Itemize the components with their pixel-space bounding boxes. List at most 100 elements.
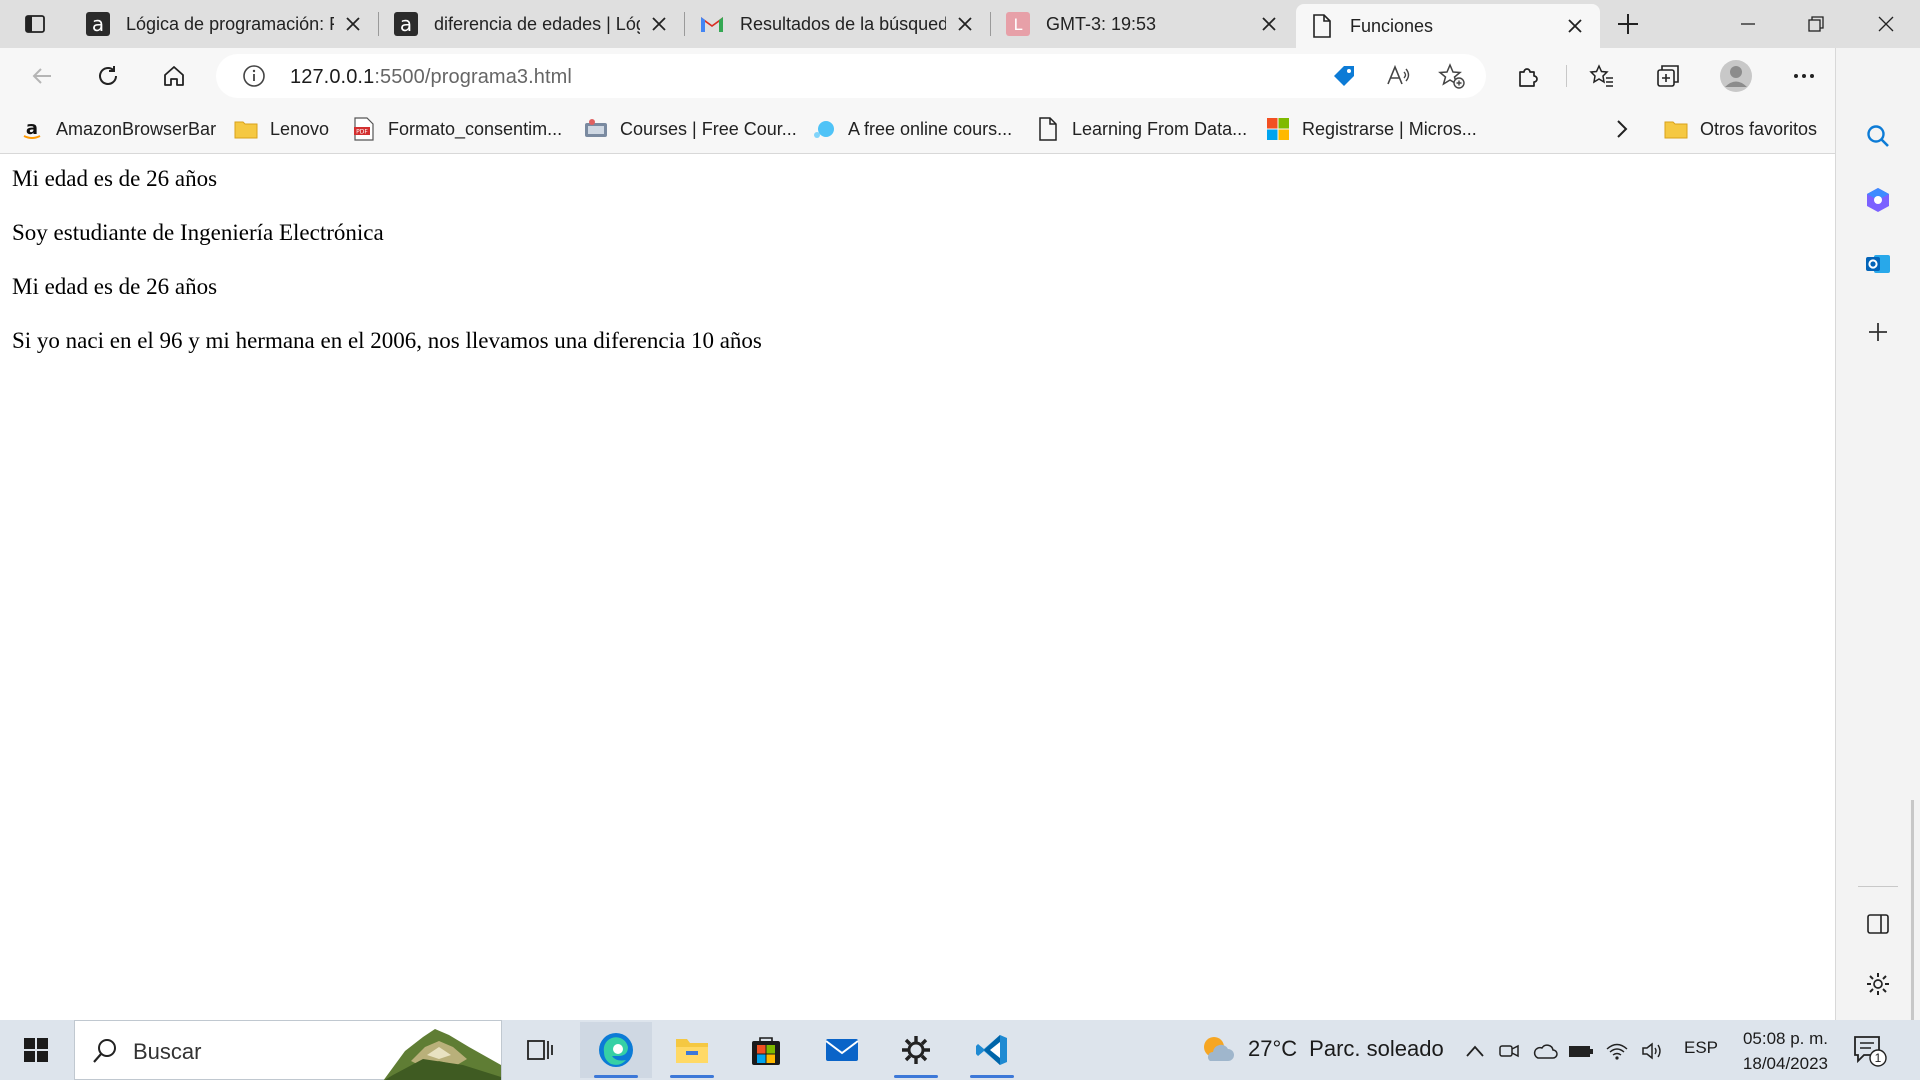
tab-actions-button[interactable] xyxy=(10,6,60,42)
running-app-indicator xyxy=(970,1075,1014,1078)
meet-now-icon[interactable] xyxy=(1496,1038,1522,1064)
running-app-indicator xyxy=(670,1075,714,1078)
favorites-button[interactable] xyxy=(1584,58,1620,94)
bookmark-learning-from-data[interactable]: Learning From Data... xyxy=(1036,116,1247,142)
avatar-icon xyxy=(1720,60,1752,92)
read-aloud-icon[interactable] xyxy=(1382,60,1414,92)
tab-divider xyxy=(990,12,991,36)
input-language[interactable]: ESP xyxy=(1684,1038,1718,1058)
battery-icon[interactable] xyxy=(1568,1038,1594,1064)
tab-funciones[interactable]: Funciones xyxy=(1296,4,1600,48)
tab-alura-logica[interactable]: a Lógica de programación: F xyxy=(72,0,378,48)
letter-l-icon: L xyxy=(1006,12,1030,36)
weather-widget[interactable]: 27°C Parc. soleado xyxy=(1200,1034,1444,1064)
search-icon xyxy=(93,1039,116,1063)
bookmark-formato[interactable]: PDF Formato_consentim... xyxy=(352,116,562,142)
chevron-up-icon xyxy=(1466,1045,1484,1057)
bookmark-label: Courses | Free Cour... xyxy=(620,118,797,139)
close-tab-icon[interactable] xyxy=(954,13,976,35)
close-window-button[interactable] xyxy=(1852,0,1920,48)
close-tab-icon[interactable] xyxy=(1564,15,1586,37)
close-tab-icon[interactable] xyxy=(342,13,364,35)
tab-gmail[interactable]: Resultados de la búsqueda xyxy=(686,0,990,48)
taskbar-edge-app[interactable] xyxy=(580,1022,652,1078)
taskbar-search-box[interactable]: Buscar xyxy=(74,1020,502,1080)
close-tab-icon[interactable] xyxy=(648,13,670,35)
new-tab-button[interactable] xyxy=(1612,8,1644,40)
volume-icon[interactable] xyxy=(1640,1038,1666,1064)
mail-icon xyxy=(825,1039,859,1061)
profile-button[interactable] xyxy=(1718,58,1754,94)
tab-alura-diferencia[interactable]: a diferencia de edades | Lóg xyxy=(380,0,684,48)
bookmark-free-course[interactable]: A free online cours... xyxy=(812,116,1012,142)
task-view-button[interactable] xyxy=(504,1022,576,1078)
svg-text:a: a xyxy=(400,12,412,36)
sidebar-search-button[interactable] xyxy=(1856,114,1900,158)
notification-center-button[interactable]: 1 xyxy=(1852,1034,1888,1068)
running-app-indicator xyxy=(894,1075,938,1078)
close-tab-icon[interactable] xyxy=(1258,13,1280,35)
edge-icon xyxy=(599,1033,633,1067)
back-button[interactable] xyxy=(24,58,60,94)
outlook-icon xyxy=(1866,255,1890,273)
taskbar-microsoft-store[interactable] xyxy=(730,1022,802,1078)
bookmark-lenovo[interactable]: Lenovo xyxy=(234,116,329,142)
sidebar-discover-button[interactable] xyxy=(1856,178,1900,222)
tab-title: Lógica de programación: F xyxy=(126,13,334,34)
home-button[interactable] xyxy=(156,58,192,94)
bookmark-label: Formato_consentim... xyxy=(388,118,563,139)
taskbar-file-explorer[interactable] xyxy=(656,1022,728,1078)
plus-icon xyxy=(1869,323,1887,341)
url-text[interactable]: 127.0.0.1:5500/programa3.html xyxy=(290,66,572,89)
show-hidden-icons-button[interactable] xyxy=(1462,1038,1488,1064)
settings-more-button[interactable] xyxy=(1786,58,1822,94)
sidebar-outlook-button[interactable] xyxy=(1856,242,1900,286)
taskbar-settings[interactable] xyxy=(880,1022,952,1078)
add-favorite-icon[interactable] xyxy=(1436,60,1468,92)
restore-button[interactable] xyxy=(1782,0,1850,48)
onedrive-icon[interactable] xyxy=(1532,1038,1558,1064)
page-line-age-difference: Si yo naci en el 96 y mi hermana en el 2… xyxy=(12,328,762,353)
bookmark-otros-favoritos[interactable]: Otros favoritos xyxy=(1664,116,1817,142)
gear-icon xyxy=(1867,973,1889,995)
start-button[interactable] xyxy=(10,1028,62,1072)
bookmark-label: Lenovo xyxy=(270,118,330,139)
tab-title: diferencia de edades | Lóg xyxy=(434,13,640,34)
bookmark-microsoft[interactable]: Registrarse | Micros... xyxy=(1266,116,1477,142)
address-bar[interactable]: 127.0.0.1:5500/programa3.html xyxy=(216,54,1486,98)
tab-title: GMT-3: 19:53 xyxy=(1046,13,1157,34)
bookmark-label: A free online cours... xyxy=(848,118,1013,139)
favorites-list-icon xyxy=(1589,64,1613,87)
bookmark-courses[interactable]: Courses | Free Cour... xyxy=(584,116,797,142)
courses-icon xyxy=(584,117,608,141)
sidebar-toggle-button[interactable] xyxy=(1856,902,1900,946)
microsoft-icon xyxy=(1266,117,1290,141)
taskbar-mail[interactable] xyxy=(806,1022,878,1078)
bookmark-label: Learning From Data... xyxy=(1072,118,1248,139)
page-line-student: Soy estudiante de Ingeniería Electrónica xyxy=(12,220,384,245)
shopping-tag-icon[interactable] xyxy=(1328,60,1360,92)
tab-title: Funciones xyxy=(1350,15,1434,36)
more-bookmarks-button[interactable] xyxy=(1614,116,1630,142)
sidebar-settings-button[interactable] xyxy=(1856,962,1900,1006)
amazon-icon: a xyxy=(20,117,44,141)
windows-logo-icon xyxy=(24,1038,48,1062)
notification-count: 1 xyxy=(1874,1051,1882,1065)
minimize-icon xyxy=(1741,23,1755,25)
tab-gmt[interactable]: L GMT-3: 19:53 xyxy=(992,0,1294,48)
extensions-button[interactable] xyxy=(1510,58,1546,94)
refresh-button[interactable] xyxy=(90,58,126,94)
windows-taskbar: Buscar 27°C Parc. soleado ESP 05:08 p. m… xyxy=(0,1020,1920,1080)
taskbar-vscode[interactable] xyxy=(956,1022,1028,1078)
clock[interactable]: 05:08 p. m. 18/04/2023 xyxy=(1728,1026,1828,1076)
minimize-button[interactable] xyxy=(1714,0,1782,48)
collections-button[interactable] xyxy=(1650,58,1686,94)
tab-title: Resultados de la búsqueda xyxy=(740,13,946,34)
alura-a-icon: a xyxy=(394,12,418,36)
store-icon xyxy=(752,1037,780,1065)
bookmark-amazon[interactable]: a AmazonBrowserBar xyxy=(20,116,216,142)
wifi-icon[interactable] xyxy=(1604,1038,1630,1064)
restore-icon xyxy=(1808,16,1824,32)
site-info-icon[interactable] xyxy=(238,60,270,92)
sidebar-add-button[interactable] xyxy=(1856,310,1900,354)
